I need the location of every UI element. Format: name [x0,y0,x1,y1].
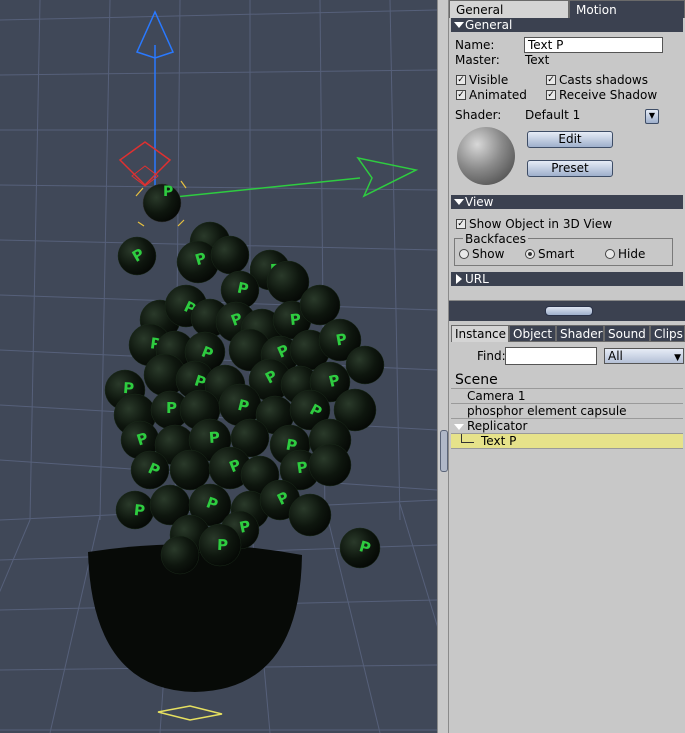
animated-checkbox[interactable]: ✓ [456,90,466,100]
edit-button[interactable]: Edit [527,131,613,148]
sphere [288,493,332,537]
tree-item-text-p[interactable]: Text P [451,434,683,449]
expand-triangle-icon [456,274,462,284]
view-header-label: View [465,195,494,209]
sphere [169,449,211,491]
splitter-handle-icon[interactable] [545,306,593,316]
sphere [160,535,200,575]
shader-value: Default 1 [525,108,581,122]
expand-triangle-icon[interactable] [454,424,464,430]
sphere-letter: P [289,310,302,329]
sphere [308,443,352,487]
find-label: Find: [477,349,506,363]
view-section-header[interactable]: View [451,195,683,209]
backfaces-smart-radio[interactable] [525,249,535,259]
text-p-label: Text P [481,434,517,448]
filter-select-value: All [608,349,623,363]
show-object-checkbox[interactable]: ✓ [456,219,466,229]
find-input[interactable] [505,347,597,365]
sphere-cluster[interactable]: PPPPPPPPPPPPPPPPPPPPPPPPPPPPPP [104,221,385,575]
tab-sound[interactable]: Sound [604,325,650,342]
visible-checkbox[interactable]: ✓ [456,75,466,85]
replicator-label: Replicator [467,419,528,433]
sphere-letter: P [133,501,146,520]
general-section-header[interactable]: General [451,18,683,32]
master-value: Text [525,53,550,67]
receive-shadow-checkbox[interactable]: ✓ [546,90,556,100]
tree-item-camera[interactable]: Camera 1 [451,389,683,404]
tab-shader[interactable]: Shader [556,325,604,342]
receive-shadow-label: Receive Shadow [559,88,658,102]
animated-label: Animated [469,88,527,102]
sphere [210,235,250,275]
collapse-triangle-icon [454,22,464,28]
3d-viewport[interactable]: PPPPPPPPPPPPPPPPPPPPPPPPPPPPPP P [0,0,437,733]
backfaces-label: Backfaces [463,232,528,246]
filter-select[interactable]: All ▼ [604,348,684,364]
panel-separator [449,288,685,301]
tree-connector-icon [461,434,474,443]
sphere-letter: P [217,536,229,554]
backfaces-smart-label: Smart [538,247,575,261]
splitter-grip[interactable] [440,430,448,472]
properties-panel: General Motion General Name: Text P Mast… [449,0,685,733]
shader-preview-sphere[interactable] [457,127,515,185]
show-object-label: Show Object in 3D View [469,217,613,231]
sphere-letter: P [166,399,177,417]
backfaces-hide-label: Hide [618,247,646,261]
sphere [299,284,341,326]
url-header-label: URL [465,272,489,286]
svg-text:P: P [163,184,173,200]
tab-motion[interactable]: Motion [569,0,685,18]
casts-shadows-label: Casts shadows [559,73,648,87]
transform-gizmo[interactable]: P [118,10,419,227]
rotate-handle-icon [118,141,172,187]
splitter-bar[interactable] [449,301,685,321]
collapse-triangle-icon [454,199,464,205]
sphere [345,345,385,385]
tab-general[interactable]: General [449,0,569,18]
shader-dropdown-button[interactable]: ▼ [645,109,659,124]
general-header-label: General [465,18,513,32]
casts-shadows-checkbox[interactable]: ✓ [546,75,556,85]
backfaces-show-label: Show [472,247,505,261]
tab-instance[interactable]: Instance [451,325,509,342]
ground-marker-icon [157,705,223,721]
sphere-letter: P [208,428,220,447]
panel-splitter[interactable] [437,0,449,733]
url-section-header[interactable]: URL [451,272,683,286]
backfaces-show-radio[interactable] [459,249,469,259]
name-label: Name: [455,38,495,52]
chevron-down-icon: ▼ [674,353,681,363]
tree-item-replicator[interactable]: Replicator [451,419,683,434]
master-label: Master: [455,53,500,67]
backfaces-hide-radio[interactable] [605,249,615,259]
tab-object[interactable]: Object [509,325,556,342]
visible-label: Visible [469,73,509,87]
shader-label: Shader: [455,108,502,122]
top-tab-bar: General Motion [449,0,685,18]
name-field[interactable]: Text P [524,37,663,53]
tree-item-capsule[interactable]: phosphor element capsule [451,404,683,419]
tree-scene-header[interactable]: Scene [451,372,683,389]
x-axis-arrow-icon [356,156,419,198]
tab-clips[interactable]: Clips [650,325,685,342]
preset-button[interactable]: Preset [527,160,613,177]
